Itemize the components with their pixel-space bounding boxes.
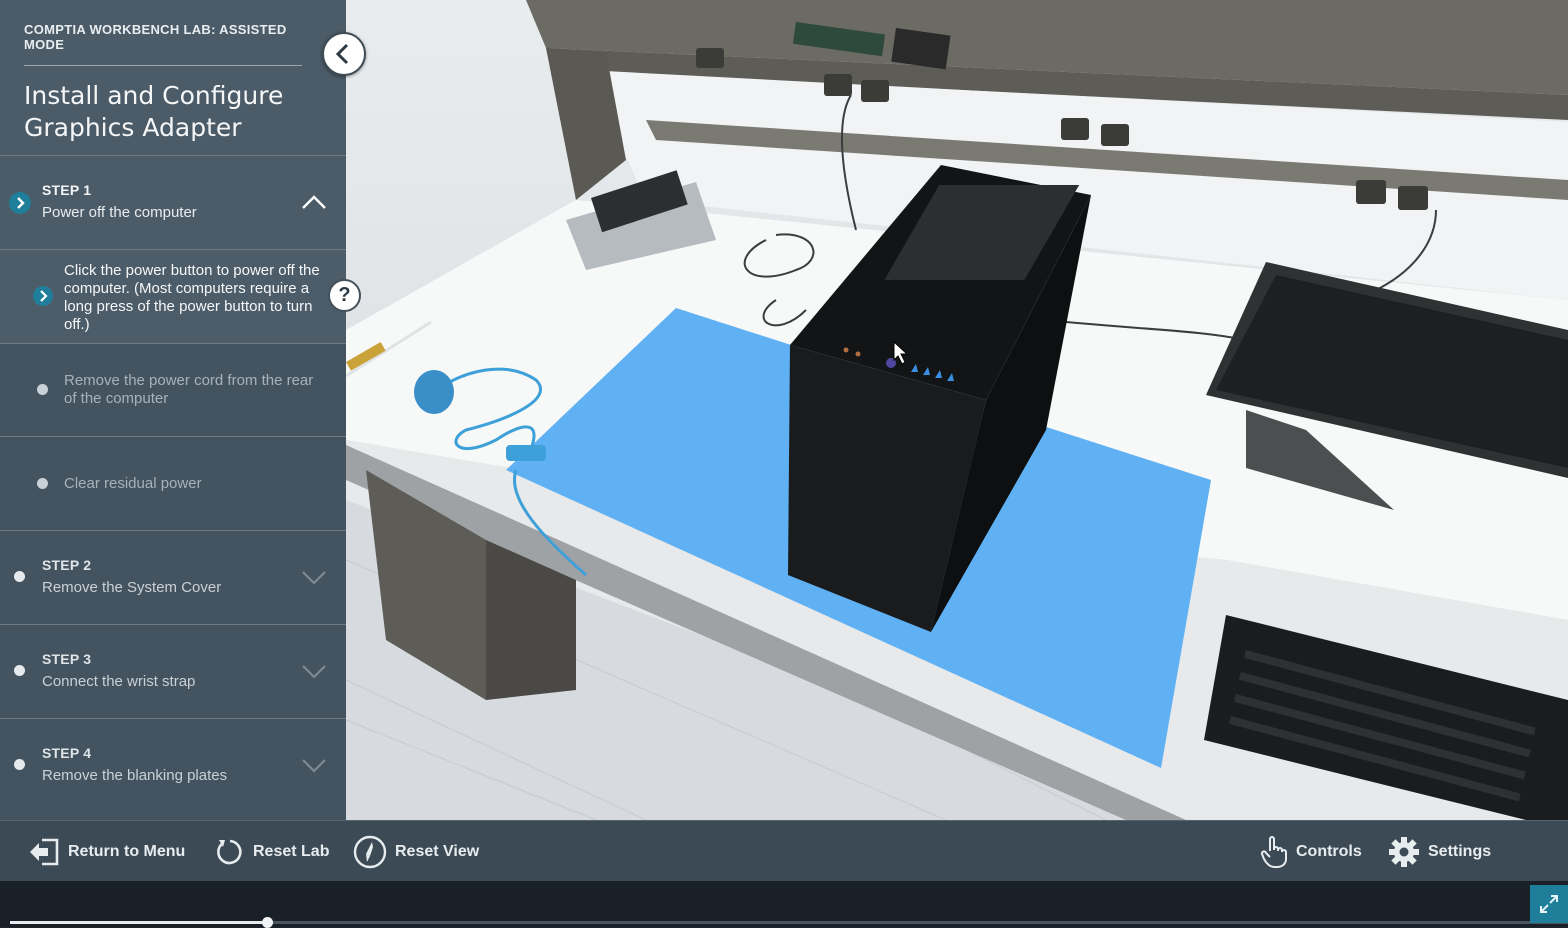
substep-3-text: Clear residual power bbox=[64, 475, 202, 492]
rotate-icon bbox=[217, 839, 242, 865]
workbench-scene[interactable] bbox=[346, 0, 1568, 820]
step-2[interactable]: STEP 2 Remove the System Cover bbox=[0, 530, 346, 624]
lab-title-line-1: Install and Configure bbox=[24, 81, 284, 110]
fullscreen-button[interactable] bbox=[1530, 885, 1568, 923]
lab-header: COMPTIA WORKBENCH LAB: ASSISTED MODE Ins… bbox=[0, 0, 346, 155]
compass-icon bbox=[353, 835, 387, 869]
substep-1[interactable]: Click the power button to power off the … bbox=[0, 249, 346, 343]
return-to-menu-button[interactable]: Return to Menu bbox=[28, 835, 185, 869]
step-dot bbox=[14, 665, 25, 676]
collapse-panel-button[interactable] bbox=[322, 32, 366, 76]
substep-dot bbox=[37, 478, 48, 489]
substep-2[interactable]: Remove the power cord from the rear of t… bbox=[0, 343, 346, 436]
lab-title: Install and Configure Graphics Adapter bbox=[24, 80, 322, 144]
settings-button[interactable]: Settings bbox=[1388, 835, 1491, 869]
lab-title-line-2: Graphics Adapter bbox=[24, 113, 242, 142]
lab-3d-viewport[interactable] bbox=[346, 0, 1568, 820]
progress-fill bbox=[10, 921, 267, 924]
step-1-header[interactable]: STEP 1 Power off the computer bbox=[0, 156, 346, 249]
settings-label: Settings bbox=[1428, 843, 1492, 860]
controls-label: Controls bbox=[1296, 843, 1362, 860]
controls-button[interactable]: Controls bbox=[1260, 835, 1362, 869]
substep-dot bbox=[37, 384, 48, 395]
expand-arrows-icon bbox=[1540, 895, 1558, 913]
reset-view-label: Reset View bbox=[395, 843, 480, 860]
chevron-down-icon[interactable] bbox=[300, 755, 328, 775]
reset-lab-label: Reset Lab bbox=[253, 843, 330, 860]
instructions-panel: COMPTIA WORKBENCH LAB: ASSISTED MODE Ins… bbox=[0, 0, 346, 820]
chevron-down-icon[interactable] bbox=[300, 567, 328, 587]
step-2-header[interactable]: STEP 2 Remove the System Cover bbox=[0, 531, 346, 624]
substep-1-text: Click the power button to power off the … bbox=[64, 262, 320, 333]
hand-pointer-icon bbox=[1260, 836, 1287, 868]
help-button[interactable]: ? bbox=[328, 279, 361, 312]
step-3[interactable]: STEP 3 Connect the wrist strap bbox=[0, 624, 346, 718]
bottom-toolbar: Return to Menu Reset Lab Reset View Cont… bbox=[0, 820, 1568, 881]
substep-3[interactable]: Clear residual power bbox=[0, 436, 346, 530]
step-4[interactable]: STEP 4 Remove the blanking plates bbox=[0, 718, 346, 812]
chevron-up-icon[interactable] bbox=[300, 192, 328, 212]
step-1[interactable]: STEP 1 Power off the computer bbox=[0, 155, 346, 249]
reset-view-button[interactable]: Reset View bbox=[353, 835, 479, 869]
return-to-menu-label: Return to Menu bbox=[68, 843, 186, 860]
step-4-header[interactable]: STEP 4 Remove the blanking plates bbox=[0, 719, 346, 812]
chevron-right-icon bbox=[9, 192, 31, 214]
substep-2-text: Remove the power cord from the rear of t… bbox=[64, 372, 314, 407]
chevron-right-icon bbox=[33, 286, 53, 306]
step-3-header[interactable]: STEP 3 Connect the wrist strap bbox=[0, 625, 346, 718]
exit-door-icon bbox=[30, 838, 59, 866]
step-dot bbox=[14, 571, 25, 582]
lab-mode-label: COMPTIA WORKBENCH LAB: ASSISTED MODE bbox=[24, 22, 302, 66]
chevron-left-icon bbox=[335, 43, 349, 65]
step-dot bbox=[14, 759, 25, 770]
progress-knob[interactable] bbox=[262, 917, 273, 928]
reset-lab-button[interactable]: Reset Lab bbox=[215, 835, 329, 869]
gear-icon bbox=[1389, 837, 1419, 867]
chevron-down-icon[interactable] bbox=[300, 661, 328, 681]
question-icon: ? bbox=[338, 284, 351, 306]
